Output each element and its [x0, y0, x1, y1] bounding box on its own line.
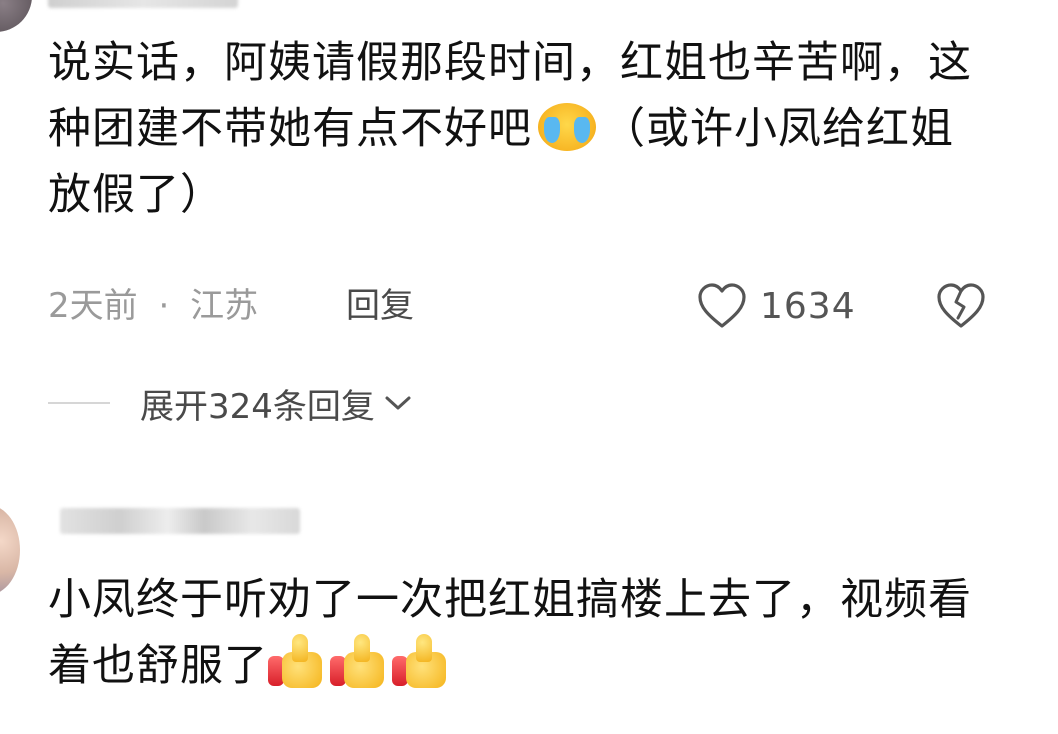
reply-button[interactable]: 回复	[346, 281, 414, 331]
comment-text: 小凤终于听劝了一次把红姐搞楼上去了，视频看着也舒服了	[48, 567, 988, 699]
username-blurred	[60, 508, 300, 534]
username-blurred	[48, 0, 238, 8]
avatar[interactable]	[0, 505, 20, 595]
chevron-down-icon	[385, 396, 411, 410]
thumbs-up-emoji-icon	[268, 634, 326, 690]
comment-text: 说实话，阿姨请假那段时间，红姐也辛苦啊，这种团建不带她有点不好吧 （或许小凤给红姐…	[48, 30, 988, 228]
comment-meta: 2天前 · 江苏	[48, 281, 258, 331]
divider-line	[48, 402, 110, 404]
like-count: 1634	[760, 285, 856, 327]
expand-replies-button[interactable]: 展开324条回复	[140, 379, 413, 428]
avatar[interactable]	[0, 0, 32, 32]
broken-heart-icon[interactable]	[934, 280, 988, 330]
crying-face-emoji-icon	[538, 103, 596, 151]
comment-location: 江苏	[190, 286, 259, 326]
expand-replies-label: 展开324条回复	[140, 386, 375, 427]
meta-separator: ·	[158, 286, 170, 326]
expand-replies-row: 展开324条回复	[48, 378, 413, 428]
like-button[interactable]: 1634	[696, 278, 856, 334]
comment-text-part: 小凤终于听劝了一次把红姐搞楼上去了，视频看着也舒服了	[48, 575, 972, 691]
thumbs-up-emoji-icon	[392, 634, 450, 690]
heart-outline-icon	[698, 283, 746, 328]
comment-time: 2天前	[48, 286, 138, 326]
thumbs-up-emoji-icon	[330, 634, 388, 690]
